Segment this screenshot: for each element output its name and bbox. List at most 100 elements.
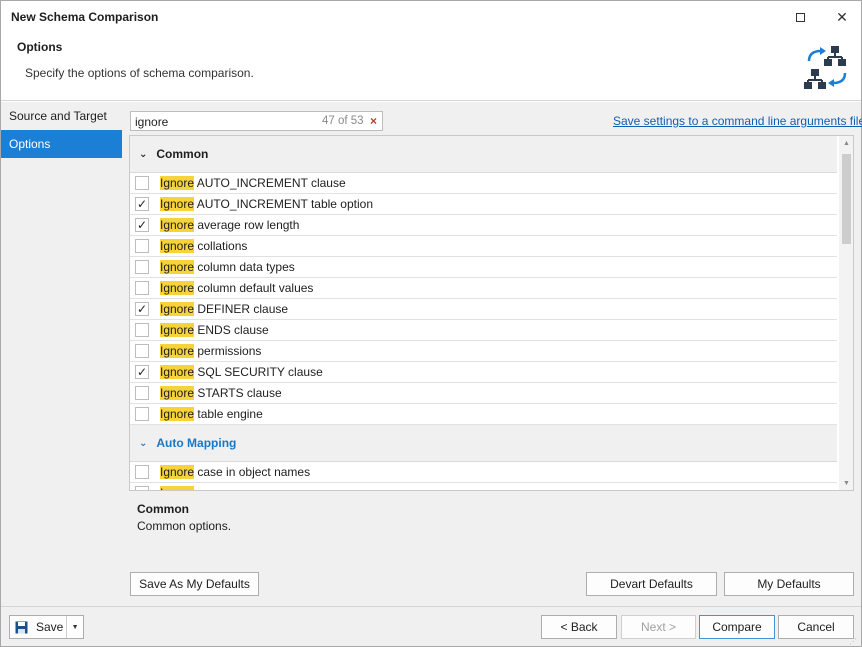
devart-defaults-button[interactable]: Devart Defaults <box>586 572 717 596</box>
search-highlight: Ignore <box>160 365 195 379</box>
option-row[interactable]: ✓ Ignore SQL SECURITY clause <box>130 362 837 383</box>
vertical-scrollbar[interactable]: ▲ ▼ <box>839 136 853 490</box>
option-group-header[interactable]: ⌄ Auto Mapping <box>130 425 837 462</box>
scroll-up-icon[interactable]: ▲ <box>839 136 853 150</box>
schema-comparison-window: New Schema Comparison ✕ Options Specify … <box>0 0 862 647</box>
chevron-down-icon[interactable]: ⌄ <box>139 149 147 160</box>
option-label: Ignore column default values <box>160 281 313 295</box>
option-row[interactable]: Ignore case in object names <box>130 462 837 483</box>
option-description-title: Common <box>137 502 189 516</box>
option-row[interactable]: ✓ Ignore AUTO_INCREMENT table option <box>130 194 837 215</box>
option-label: Ignore column data types <box>160 260 295 274</box>
my-defaults-button[interactable]: My Defaults <box>724 572 854 596</box>
option-checkbox[interactable] <box>135 344 149 358</box>
option-row[interactable]: Ignore table engine <box>130 404 837 425</box>
save-button[interactable]: Save <box>10 616 66 638</box>
option-row[interactable]: Ignore permissions <box>130 341 837 362</box>
option-group-header[interactable]: ⌄ Common <box>130 136 837 173</box>
option-row[interactable]: Ignore STARTS clause <box>130 383 837 404</box>
search-highlight: Ignore <box>160 323 195 337</box>
search-input[interactable]: ignore <box>135 115 168 129</box>
option-label-rest: column default values <box>194 281 314 295</box>
option-description-text: Common options. <box>137 519 232 533</box>
option-label: Ignore average row length <box>160 218 299 232</box>
compare-button[interactable]: Compare <box>699 615 775 639</box>
nav-item-options[interactable]: Options <box>1 130 122 158</box>
schema-compare-icon <box>804 46 847 89</box>
search-box[interactable]: ignore 47 of 53 × <box>130 111 383 131</box>
option-row[interactable]: Ignore ENDS clause <box>130 320 837 341</box>
scroll-thumb[interactable] <box>842 154 851 244</box>
dialog-footer: Save ▼ < Back Next > Compare Cancel ⋰ <box>1 606 861 646</box>
option-checkbox[interactable]: ✓ <box>135 365 149 379</box>
option-row[interactable]: Ignore AUTO_INCREMENT clause <box>130 173 837 194</box>
maximize-button[interactable] <box>786 5 814 29</box>
option-label: Ignore table engine <box>160 407 263 421</box>
option-row[interactable]: ✓ Ignore average row length <box>130 215 837 236</box>
option-label-rest: collations <box>194 239 248 253</box>
option-row[interactable]: Ignore <box>130 483 837 490</box>
search-highlight: Ignore <box>160 197 195 211</box>
close-button[interactable]: ✕ <box>828 5 856 29</box>
option-group-label: Common <box>156 147 209 161</box>
option-label-rest: ENDS clause <box>194 323 269 337</box>
next-button[interactable]: Next > <box>621 615 696 639</box>
option-checkbox[interactable] <box>135 407 149 421</box>
option-checkbox[interactable] <box>135 239 149 253</box>
option-checkbox[interactable] <box>135 323 149 337</box>
save-split-button[interactable]: Save ▼ <box>9 615 84 639</box>
option-checkbox[interactable]: ✓ <box>135 302 149 316</box>
option-checkbox[interactable] <box>135 260 149 274</box>
option-label: Ignore permissions <box>160 344 261 358</box>
option-checkbox[interactable] <box>135 281 149 295</box>
option-label-rest: DEFINER clause <box>194 302 289 316</box>
option-label: Ignore DEFINER clause <box>160 302 288 316</box>
option-label-rest: average row length <box>194 218 300 232</box>
save-settings-link[interactable]: Save settings to a command line argument… <box>613 114 862 128</box>
option-label-rest: column data types <box>194 260 295 274</box>
search-highlight: Ignore <box>160 260 195 274</box>
options-grid: ⌄ Common Ignore AUTO_INCREMENT clause ✓ Igno… <box>129 135 854 491</box>
cancel-button[interactable]: Cancel <box>778 615 854 639</box>
search-highlight: Ignore <box>160 407 195 421</box>
option-label: Ignore AUTO_INCREMENT clause <box>160 176 346 190</box>
option-checkbox[interactable] <box>135 465 149 479</box>
floppy-disk-icon <box>15 621 28 633</box>
search-highlight: Ignore <box>160 239 195 253</box>
window-title: New Schema Comparison <box>11 10 159 24</box>
option-label-rest: STARTS clause <box>194 386 282 400</box>
option-label: Ignore case in object names <box>160 465 310 479</box>
clear-search-icon[interactable]: × <box>370 114 377 128</box>
page-title: Options <box>17 40 63 54</box>
page-header: Options Specify the options of schema co… <box>1 33 861 101</box>
option-checkbox[interactable] <box>135 176 149 190</box>
option-label: Ignore AUTO_INCREMENT table option <box>160 197 373 211</box>
search-highlight: Ignore <box>160 465 195 479</box>
option-group-label: Auto Mapping <box>156 436 237 450</box>
back-button[interactable]: < Back <box>541 615 617 639</box>
option-label-rest: AUTO_INCREMENT table option <box>194 197 373 211</box>
save-dropdown-icon[interactable]: ▼ <box>66 616 83 638</box>
option-checkbox[interactable]: ✓ <box>135 197 149 211</box>
save-label: Save <box>36 620 64 634</box>
option-label: Ignore STARTS clause <box>160 386 282 400</box>
option-checkbox[interactable]: ✓ <box>135 218 149 232</box>
resize-grip-icon[interactable]: ⋰ <box>849 637 857 646</box>
title-bar: New Schema Comparison ✕ <box>1 1 861 33</box>
scroll-down-icon[interactable]: ▼ <box>839 476 853 490</box>
save-as-my-defaults-button[interactable]: Save As My Defaults <box>130 572 259 596</box>
option-checkbox[interactable] <box>135 386 149 400</box>
option-label: Ignore collations <box>160 239 247 253</box>
nav-item-source-and-target[interactable]: Source and Target <box>1 102 122 130</box>
option-label-rest: SQL SECURITY clause <box>194 365 323 379</box>
options-list: ⌄ Common Ignore AUTO_INCREMENT clause ✓ Igno… <box>130 136 837 490</box>
chevron-down-icon[interactable]: ⌄ <box>139 438 147 449</box>
option-row[interactable]: Ignore column default values <box>130 278 837 299</box>
option-row[interactable]: Ignore collations <box>130 236 837 257</box>
option-row[interactable]: ✓ Ignore DEFINER clause <box>130 299 837 320</box>
search-highlight: Ignore <box>160 386 195 400</box>
option-row[interactable]: Ignore column data types <box>130 257 837 278</box>
option-checkbox[interactable] <box>135 486 149 490</box>
sidebar-nav: Source and Target Options <box>1 102 122 606</box>
search-highlight: Ignore <box>160 302 195 316</box>
